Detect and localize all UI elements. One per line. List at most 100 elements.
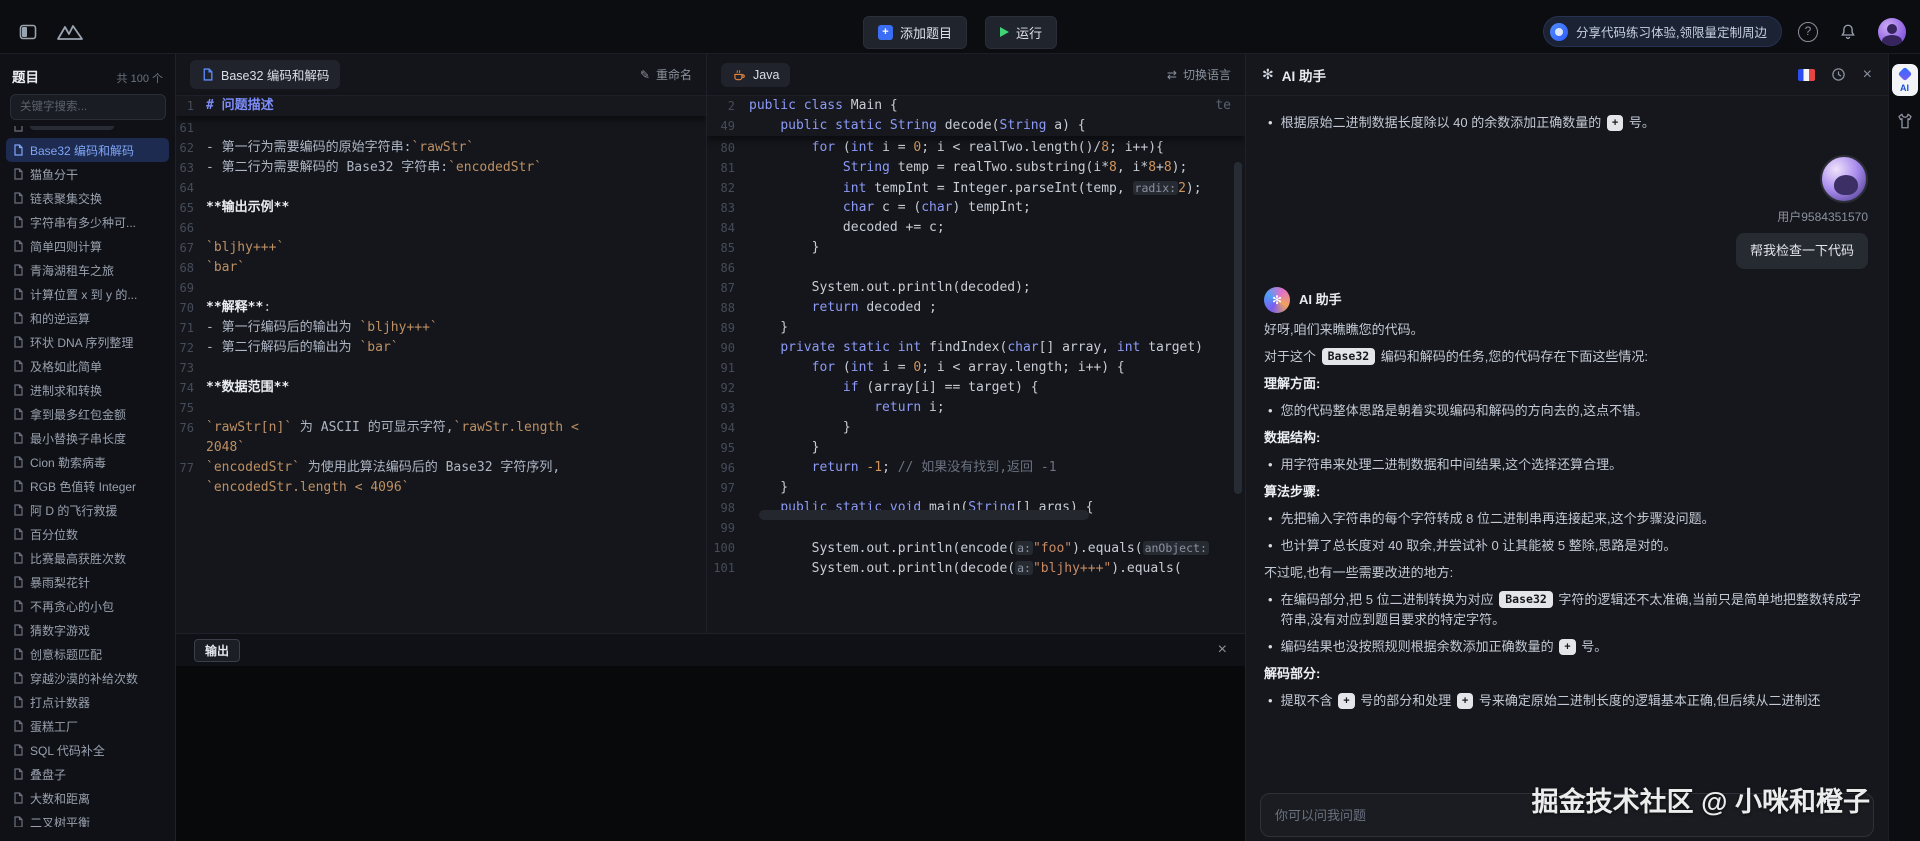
code-token: ; i++){ [1109, 140, 1164, 155]
problem-tab[interactable]: Base32 编码和解码 [190, 60, 341, 89]
sidebar-item[interactable]: 链表聚集交换 [6, 186, 169, 210]
line-content: `encodedStr.length < 4096` [206, 478, 688, 498]
close-icon[interactable]: × [1218, 641, 1227, 659]
sidebar-item[interactable]: 阿 D 的飞行救援 [6, 498, 169, 522]
code-line: 100 System.out.println(encode(a: "foo").e… [707, 538, 1245, 558]
sidebar-item[interactable]: Cion 勒索病毒 [6, 450, 169, 474]
sidebar-item[interactable]: 字符串有多少种可... [6, 210, 169, 234]
sidebar-item[interactable]: 进制求和转换 [6, 378, 169, 402]
sidebar-item[interactable]: 计算位置 x 到 y 的... [6, 282, 169, 306]
sidebar-item[interactable]: 打点计数器 [6, 690, 169, 714]
share-banner[interactable]: 分享代码练习体验,领限量定制周边 [1543, 16, 1782, 47]
sidebar-toggle-button[interactable] [14, 18, 42, 46]
sidebar-item-label: 不再贪心的小包 [30, 599, 115, 614]
sidebar-item[interactable]: 环状 DNA 序列整理 [6, 330, 169, 354]
ai-close-icon[interactable]: × [1863, 66, 1872, 84]
search-input[interactable] [10, 94, 166, 120]
switch-language-button[interactable]: ⇄ 切换语言 [1167, 66, 1231, 83]
document-icon [12, 504, 24, 516]
sidebar-item[interactable]: 和的逆运算 [6, 306, 169, 330]
rename-button[interactable]: ✎ 重命名 [640, 66, 692, 83]
md-segment: 2048` [206, 440, 246, 455]
user-chat-avatar[interactable] [1820, 155, 1868, 203]
sidebar-item-label: 暴雨梨花针 [30, 575, 91, 590]
sidebar-item[interactable]: 叠盘子 [6, 762, 169, 786]
sidebar-item[interactable]: 百分位数 [6, 522, 169, 546]
line-number: 98 [720, 501, 735, 515]
markdown-editor[interactable]: 1 # 问题描述 61 62- 第一行为需要编码的原始字符串:`rawStr` 63-… [176, 96, 706, 498]
ai-assistant-toggle-button[interactable]: AI [1891, 64, 1918, 96]
bullet-text: 根据原始二进制数据长度除以 40 的余数添加正确数量的 + 号。 [1281, 113, 1870, 133]
sidebar-item[interactable]: 二叉树平衡 [6, 810, 169, 827]
sidebar-item[interactable]: 暴雨梨花针 [6, 570, 169, 594]
history-button[interactable] [1829, 65, 1849, 85]
sidebar-item-partial[interactable] [6, 126, 169, 138]
code-line: 91 for (int i = 0; i < array.length; i++… [707, 358, 1245, 378]
plus-badge: + [1338, 693, 1355, 709]
user-avatar[interactable] [1878, 17, 1906, 46]
output-tab[interactable]: 输出 [194, 638, 241, 662]
md-segment: - 第一行编码后的输出为 [206, 320, 360, 335]
rename-label: 重命名 [655, 68, 692, 82]
sidebar-item[interactable]: SQL 代码补全 [6, 738, 169, 762]
message-text: 号。 [1577, 639, 1608, 654]
line-content: # 问题描述 [206, 96, 688, 116]
line-number: 93 [720, 401, 735, 415]
md-segment: **数据范围** [206, 380, 290, 395]
bell-icon [1841, 24, 1855, 39]
problem-list: Base32 编码和解码 猫鱼分干 链表聚集交换 字符串有多少种可... 简单四则计算青… [0, 126, 175, 827]
add-problem-button[interactable]: + 添加题目 [862, 15, 967, 49]
line-content: - 第二行解码后的输出为 `bar` [206, 338, 688, 358]
sidebar-item[interactable]: 及格如此简单 [6, 354, 169, 378]
sidebar-item[interactable]: 创意标题匹配 [6, 642, 169, 666]
sidebar-item[interactable]: RGB 色值转 Integer [6, 474, 169, 498]
sidebar-item[interactable]: 大数和距离 [6, 786, 169, 810]
line-content: for (int i = 0; i < array.length; i++) { [749, 358, 1125, 378]
ai-question-input[interactable] [1275, 807, 1859, 823]
document-icon [12, 384, 24, 396]
sidebar-item[interactable]: 蛋糕工厂 [6, 714, 169, 738]
sidebar-item[interactable]: 猜数字游戏 [6, 618, 169, 642]
message-text: 不过呢,也有一些需要改进的地方: [1264, 565, 1454, 580]
language-flag-icon[interactable] [1797, 68, 1815, 81]
sidebar-item[interactable]: 简单四则计算 [6, 234, 169, 258]
md-segment: `rawStr` [411, 140, 475, 155]
document-icon [12, 456, 24, 468]
sidebar-item[interactable]: 拿到最多红包金额 [6, 402, 169, 426]
bullet-text: 编码结果也没按照规则根据余数添加正确数量的 + 号。 [1281, 637, 1870, 657]
sidebar-item[interactable]: 比赛最高获胜次数 [6, 546, 169, 570]
document-icon [12, 672, 24, 684]
line-content: return decoded ; [749, 298, 937, 318]
notifications-button[interactable] [1834, 18, 1862, 46]
code-editor-panel[interactable]: Java ⇄ 切换语言 2 public class Main {te 49 pub… [706, 54, 1245, 633]
code-token: Main { [842, 98, 898, 113]
code-editor[interactable]: 2 public class Main {te 49 public static S… [707, 96, 1245, 578]
ai-paragraph: 对于这个 Base32 编码和解码的任务,您的代码存在下面这些情况: [1264, 347, 1870, 367]
sidebar-item[interactable]: 最小替换子串长度 [6, 426, 169, 450]
theme-skin-button[interactable] [1896, 112, 1914, 130]
language-tab-java[interactable]: Java [721, 62, 791, 87]
sidebar-item[interactable]: 青海湖租车之旅 [6, 258, 169, 282]
sidebar-item-label: Cion 勒索病毒 [30, 455, 107, 470]
code-token: String [889, 118, 937, 133]
vertical-scrollbar-thumb[interactable] [1234, 162, 1242, 494]
code-token: radix: [1132, 181, 1179, 195]
horizontal-scrollbar-thumb[interactable] [759, 510, 1089, 520]
run-button[interactable]: 运行 [985, 15, 1058, 49]
code-line: 89 } [707, 318, 1245, 338]
code-token: return [874, 400, 922, 415]
help-icon[interactable]: ? [1798, 21, 1818, 42]
sidebar-item[interactable]: 猫鱼分干 [6, 162, 169, 186]
problem-panel[interactable]: Base32 编码和解码 ✎ 重命名 1 # 问题描述 61 62 - 第一行为需要编… [176, 54, 706, 633]
line-number: 62 [179, 141, 194, 155]
markdown-line: 68 `bar` [176, 258, 706, 278]
code-token: } [749, 440, 820, 455]
code-line: 81 String temp = realTwo.substring(i*8, … [707, 158, 1245, 178]
sidebar-item[interactable]: Base32 编码和解码 [6, 138, 169, 162]
sidebar-item[interactable]: 穿越沙漠的补给次数 [6, 666, 169, 690]
sidebar-item[interactable]: 不再贪心的小包 [6, 594, 169, 618]
code-token: ); [1185, 181, 1202, 196]
